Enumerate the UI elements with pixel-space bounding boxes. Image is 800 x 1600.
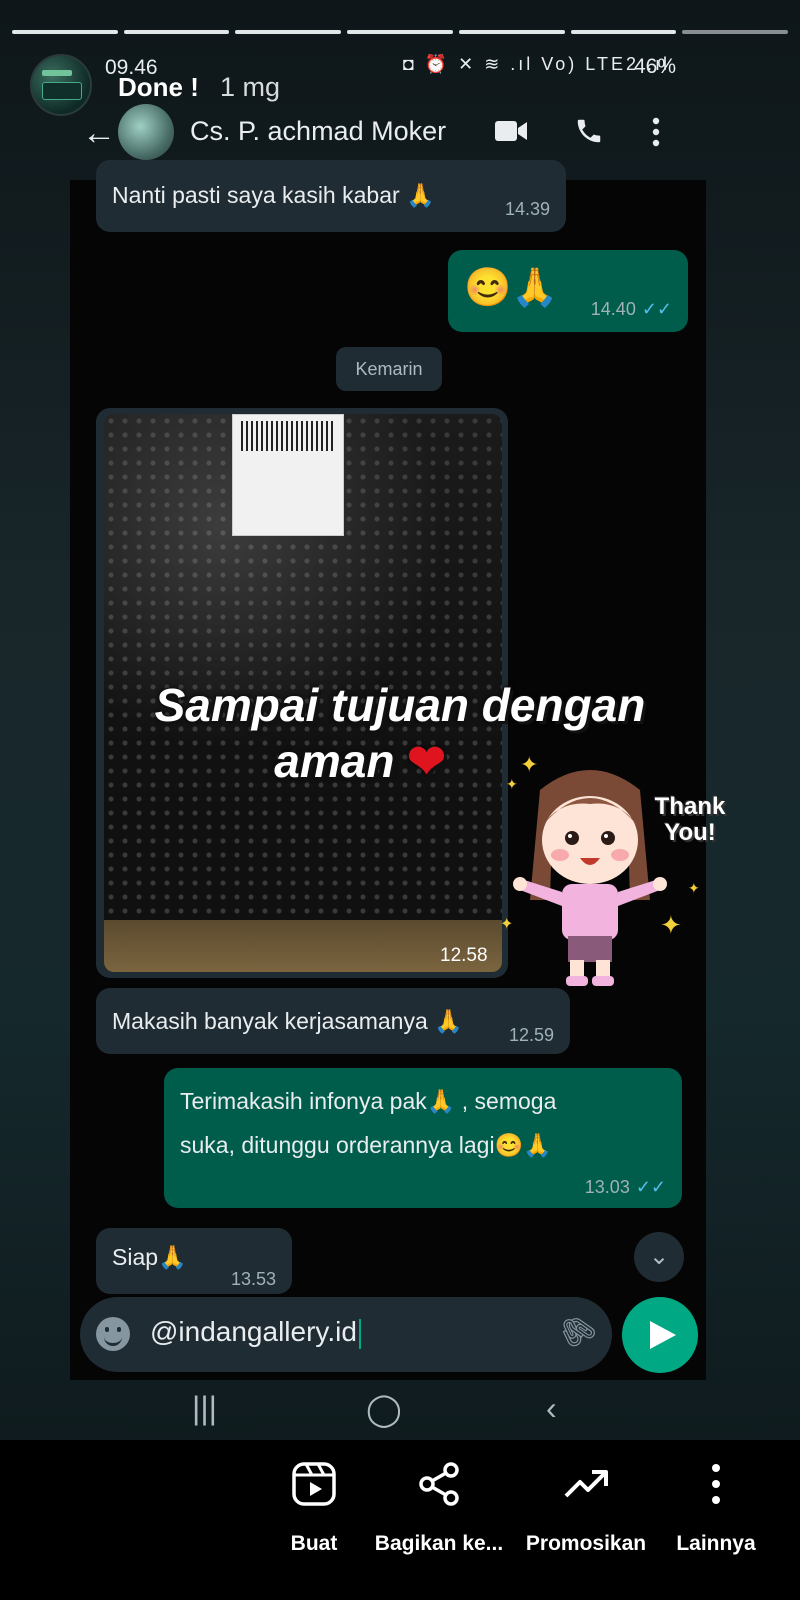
- heart-icon: ❤: [407, 735, 446, 787]
- battery-level: 46%: [633, 55, 676, 78]
- story-progress-segment: [570, 30, 677, 34]
- message-bubble-outgoing[interactable]: Terimakasih infonya pak🙏 , semoga suka, …: [164, 1068, 682, 1208]
- message-time: 12.58: [440, 945, 488, 966]
- message-time: 13.03: [584, 1177, 630, 1197]
- video-call-icon[interactable]: [494, 118, 528, 144]
- action-label: Lainnya: [676, 1532, 756, 1555]
- message-text: Siap🙏: [112, 1244, 187, 1270]
- contact-name[interactable]: Cs. P. achmad Moker: [190, 116, 446, 147]
- message-bubble-incoming[interactable]: Nanti pasti saya kasih kabar 🙏 14.39: [96, 160, 566, 232]
- thank-you-line2: You!: [664, 819, 716, 846]
- message-text-line: suka, ditunggu orderannya lagi😊🙏: [180, 1132, 552, 1158]
- contact-avatar[interactable]: [118, 104, 174, 160]
- action-label: Bagikan ke...: [374, 1532, 504, 1555]
- date-divider: Kemarin: [336, 347, 442, 391]
- message-bubble-outgoing[interactable]: 😊🙏 14.40 ✓✓: [448, 250, 688, 332]
- message-bubble-incoming[interactable]: Siap🙏 13.53: [96, 1228, 292, 1294]
- share-action-button[interactable]: Bagikan ke...: [359, 1460, 519, 1555]
- story-progress-segment: [682, 30, 789, 34]
- home-icon[interactable]: ◯: [366, 1390, 402, 1428]
- more-action-button[interactable]: Lainnya: [636, 1460, 796, 1555]
- message-time: 14.39: [504, 199, 550, 219]
- message-text: Nanti pasti saya kasih kabar 🙏: [112, 182, 435, 208]
- arrow-back-icon[interactable]: ←: [82, 114, 116, 153]
- story-progress-segment: [347, 30, 453, 34]
- message-time: 13.53: [230, 1269, 276, 1289]
- sparkle-icon: ✦: [506, 776, 518, 792]
- thank-you-sticker-text: Thank You!: [640, 794, 740, 846]
- message-text-line: Terimakasih infonya pak🙏 , semoga: [180, 1088, 557, 1114]
- story-posted-time: 1 mg: [220, 72, 281, 102]
- message-text: 😊🙏: [464, 267, 559, 309]
- story-progress-segment: [235, 30, 342, 34]
- sparkle-icon: ✦: [660, 910, 682, 940]
- message-time: 12.59: [508, 1025, 554, 1045]
- thank-you-line1: Thank: [654, 793, 726, 820]
- message-time-wrap: 14.40 ✓✓: [591, 299, 672, 320]
- message-time-wrap: 13.03 ✓✓: [585, 1177, 666, 1198]
- share-icon: [419, 1462, 459, 1506]
- story-progress-segment: [123, 30, 230, 34]
- double-check-icon: ✓✓: [641, 299, 672, 319]
- phone-icon[interactable]: [574, 116, 604, 146]
- story-progress-bars: [12, 30, 789, 34]
- story-progress-segment: [12, 30, 118, 34]
- overlay-caption-line1: Sampai tujuan dengan: [154, 679, 646, 731]
- story-progress-segment: [458, 30, 565, 34]
- scroll-to-bottom-button[interactable]: ⌄: [634, 1232, 684, 1282]
- sparkle-icon: ✦: [520, 752, 539, 777]
- message-bubble-incoming[interactable]: Makasih banyak kerjasamanya 🙏 12.59: [96, 988, 570, 1054]
- sparkle-icon: ✦: [500, 916, 514, 933]
- message-time: 14.40: [590, 299, 636, 319]
- recents-icon[interactable]: |||: [192, 1390, 217, 1427]
- trending-up-icon: [564, 1470, 608, 1498]
- message-text: Makasih banyak kerjasamanya 🙏: [112, 1008, 463, 1034]
- system-nav-bar: ||| ◯ ‹: [70, 1382, 706, 1440]
- story-author-avatar[interactable]: [30, 54, 92, 116]
- more-vert-icon: [712, 1464, 720, 1504]
- shipping-label: [232, 414, 344, 536]
- status-bar-icons: ◘ ⏰ ✕ ≋ .ıl Vo) LTE2 .ıl: [402, 54, 670, 74]
- sparkle-icon: ✦: [688, 880, 700, 896]
- message-input-field[interactable]: @indangallery.id: [150, 1316, 361, 1349]
- double-check-icon: ✓✓: [635, 1177, 666, 1197]
- emoji-icon[interactable]: [96, 1317, 130, 1351]
- overlay-caption-line2: aman: [274, 735, 395, 787]
- text-caret: [358, 1318, 361, 1349]
- send-button[interactable]: [622, 1297, 698, 1373]
- back-icon[interactable]: ‹: [546, 1390, 557, 1427]
- reel-icon: [292, 1462, 336, 1506]
- story-author-name[interactable]: Done !: [118, 72, 199, 103]
- message-input-value: @indangallery.id: [150, 1316, 357, 1347]
- more-vert-icon[interactable]: [650, 116, 662, 148]
